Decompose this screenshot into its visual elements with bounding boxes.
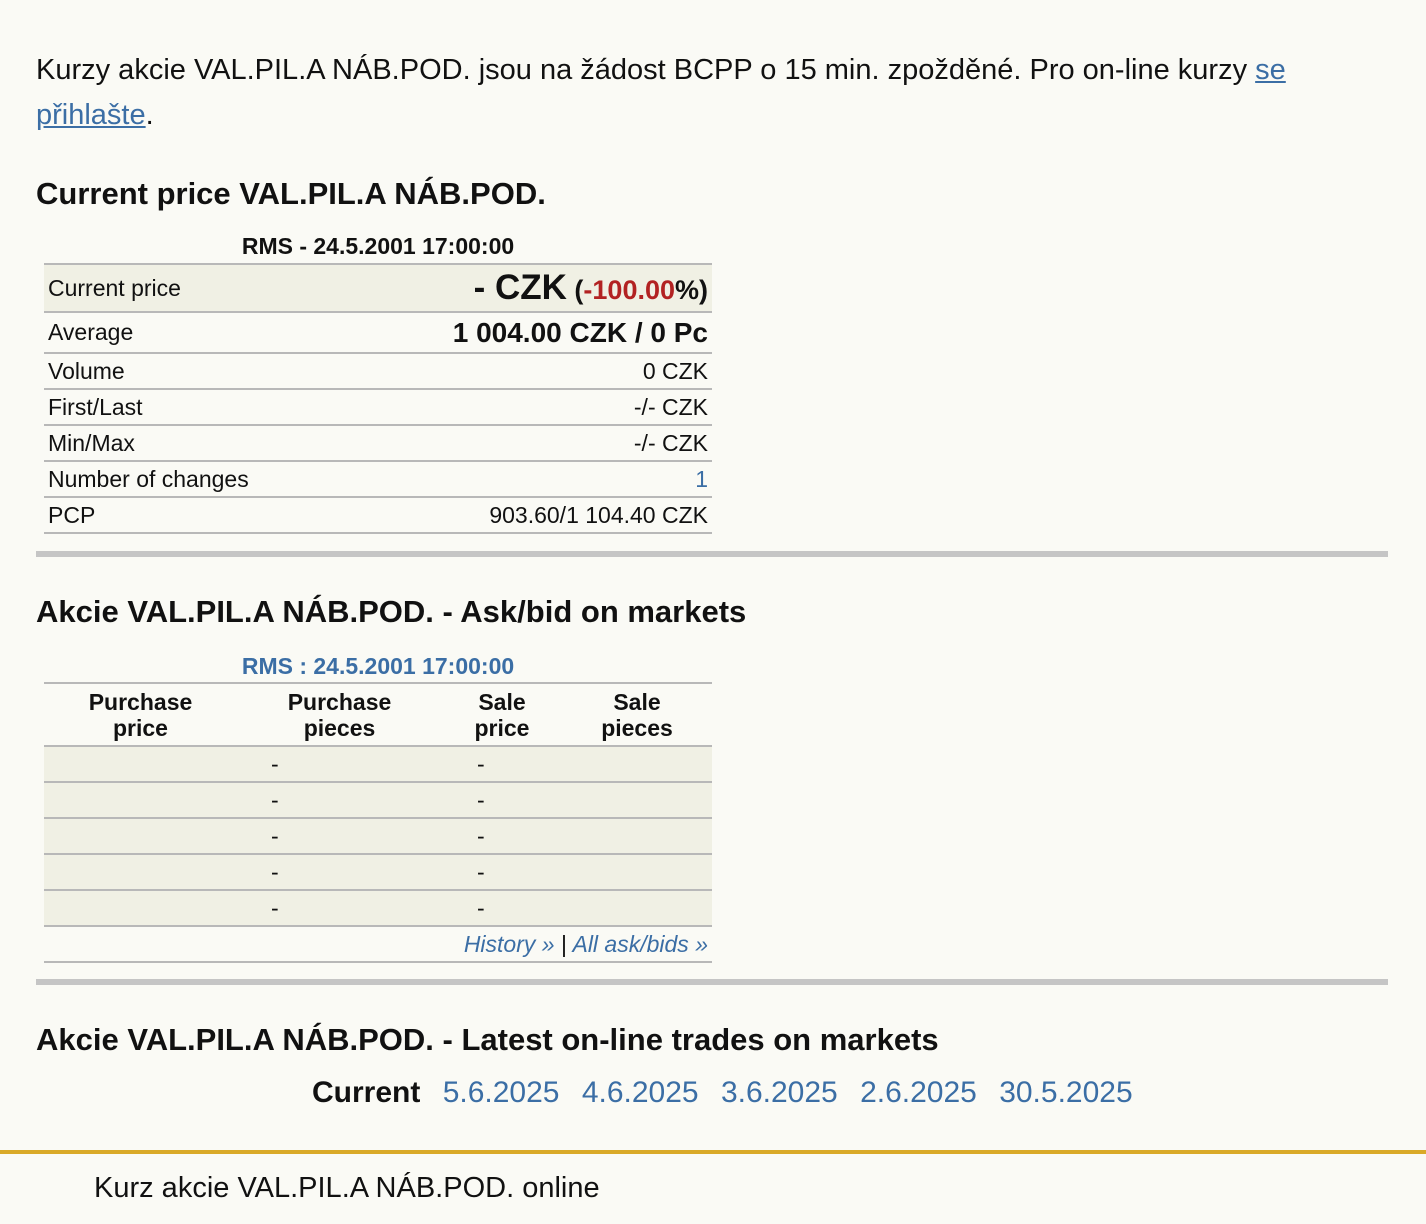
pcp-row: PCP 903.60/1 104.40 CZK	[44, 497, 712, 533]
footer-title: Kurz akcie VAL.PIL.A NÁB.POD. online	[94, 1172, 600, 1204]
orderbook-header-row: Purchase price Purchase pieces Sale pric…	[44, 682, 712, 746]
all-ask-bids-link[interactable]: All ask/bids »	[572, 931, 708, 957]
change-percent-value: -100.00	[583, 275, 675, 305]
col-purchase-pieces: Purchase pieces	[237, 682, 442, 746]
average-value: 1 004.00 CZK / 0 Pc	[452, 316, 708, 348]
pcp-label: PCP	[48, 501, 96, 528]
orderbook-table: Purchase price Purchase pieces Sale pric…	[44, 682, 712, 963]
min-max-row: Min/Max -/- CZK	[44, 425, 712, 461]
change-percent-close: %)	[675, 275, 708, 305]
first-last-value: -/- CZK	[633, 393, 708, 420]
average-label: Average	[48, 319, 134, 345]
cell-sale-price: -	[442, 817, 562, 854]
col-purchase-price: Purchase price	[44, 682, 237, 746]
first-last-row: First/Last -/- CZK	[44, 389, 712, 425]
changes-row: Number of changes 1	[44, 461, 712, 497]
cell-sale-price: -	[442, 745, 562, 782]
cell-sale-price: -	[442, 889, 562, 926]
orderbook-row: - -	[44, 817, 712, 854]
delay-notice-text: Kurzy akcie VAL.PIL.A NÁB.POD. jsou na ž…	[36, 54, 1256, 86]
cell-purchase-price	[44, 889, 237, 926]
day-link[interactable]: 4.6.2025	[582, 1076, 699, 1109]
day-link[interactable]: 2.6.2025	[860, 1076, 977, 1109]
history-link[interactable]: History »	[464, 931, 555, 957]
cell-purchase-price	[44, 817, 237, 854]
cell-sale-pieces	[562, 745, 712, 782]
volume-value: 0 CZK	[642, 357, 708, 384]
orderbook-links-row: History » | All ask/bids »	[44, 925, 712, 963]
current-price-label: Current price	[48, 274, 181, 301]
cell-sale-price: -	[442, 853, 562, 890]
cell-purchase-price	[44, 853, 237, 890]
cell-sale-pieces	[562, 817, 712, 854]
average-row: Average 1 004.00 CZK / 0 Pc	[44, 312, 712, 353]
cell-purchase-pieces: -	[237, 853, 442, 890]
section-divider	[36, 979, 1388, 985]
current-price-value: - CZK	[473, 268, 567, 307]
changes-label: Number of changes	[48, 465, 249, 492]
col-sale-price: Sale price	[442, 682, 562, 746]
current-price-value-cell: - CZK (-100.00%)	[339, 264, 712, 312]
min-max-value: -/- CZK	[633, 429, 708, 456]
day-link[interactable]: 3.6.2025	[721, 1076, 838, 1109]
cell-purchase-pieces: -	[237, 817, 442, 854]
volume-row: Volume 0 CZK	[44, 353, 712, 389]
cell-purchase-pieces: -	[237, 745, 442, 782]
orderbook-heading: Akcie VAL.PIL.A NÁB.POD. - Ask/bid on ma…	[36, 594, 747, 629]
delay-notice-end: .	[145, 99, 154, 131]
links-separator: |	[560, 930, 567, 957]
current-price-table: Current price - CZK (-100.00%) Average 1…	[44, 263, 712, 534]
trades-heading: Akcie VAL.PIL.A NÁB.POD. - Latest on-lin…	[36, 1022, 939, 1057]
section-divider	[36, 551, 1388, 557]
volume-label: Volume	[48, 357, 125, 384]
min-max-label: Min/Max	[48, 429, 135, 456]
cell-purchase-price	[44, 781, 237, 818]
day-link[interactable]: 5.6.2025	[443, 1076, 560, 1109]
cell-purchase-pieces: -	[237, 889, 442, 926]
orderbook-row: - -	[44, 853, 712, 890]
orderbook-row: - -	[44, 781, 712, 818]
delay-notice: Kurzy akcie VAL.PIL.A NÁB.POD. jsou na ž…	[36, 48, 1366, 138]
cell-purchase-price	[44, 745, 237, 782]
footer-divider	[0, 1150, 1426, 1154]
current-price-heading: Current price VAL.PIL.A NÁB.POD.	[36, 176, 546, 211]
cell-sale-price: -	[442, 781, 562, 818]
cell-sale-pieces	[562, 853, 712, 890]
pcp-value: 903.60/1 104.40 CZK	[489, 501, 708, 528]
orderbook-links-cell: History » | All ask/bids »	[44, 925, 712, 963]
trade-day-selector: Current 5.6.2025 4.6.2025 3.6.2025 2.6.2…	[312, 1076, 1147, 1110]
day-current: Current	[312, 1076, 421, 1109]
orderbook-row: - -	[44, 889, 712, 926]
orderbook-row: - -	[44, 745, 712, 782]
change-percent-open: (	[566, 275, 584, 305]
cell-purchase-pieces: -	[237, 781, 442, 818]
col-sale-pieces: Sale pieces	[562, 682, 712, 746]
first-last-label: First/Last	[48, 393, 143, 420]
day-link[interactable]: 30.5.2025	[999, 1076, 1132, 1109]
orderbook-caption: RMS : 24.5.2001 17:00:00	[241, 653, 515, 679]
cell-sale-pieces	[562, 781, 712, 818]
current-price-row: Current price - CZK (-100.00%)	[44, 264, 712, 312]
current-price-caption: RMS - 24.5.2001 17:00:00	[241, 233, 515, 259]
changes-value: 1	[695, 465, 708, 492]
cell-sale-pieces	[562, 889, 712, 926]
